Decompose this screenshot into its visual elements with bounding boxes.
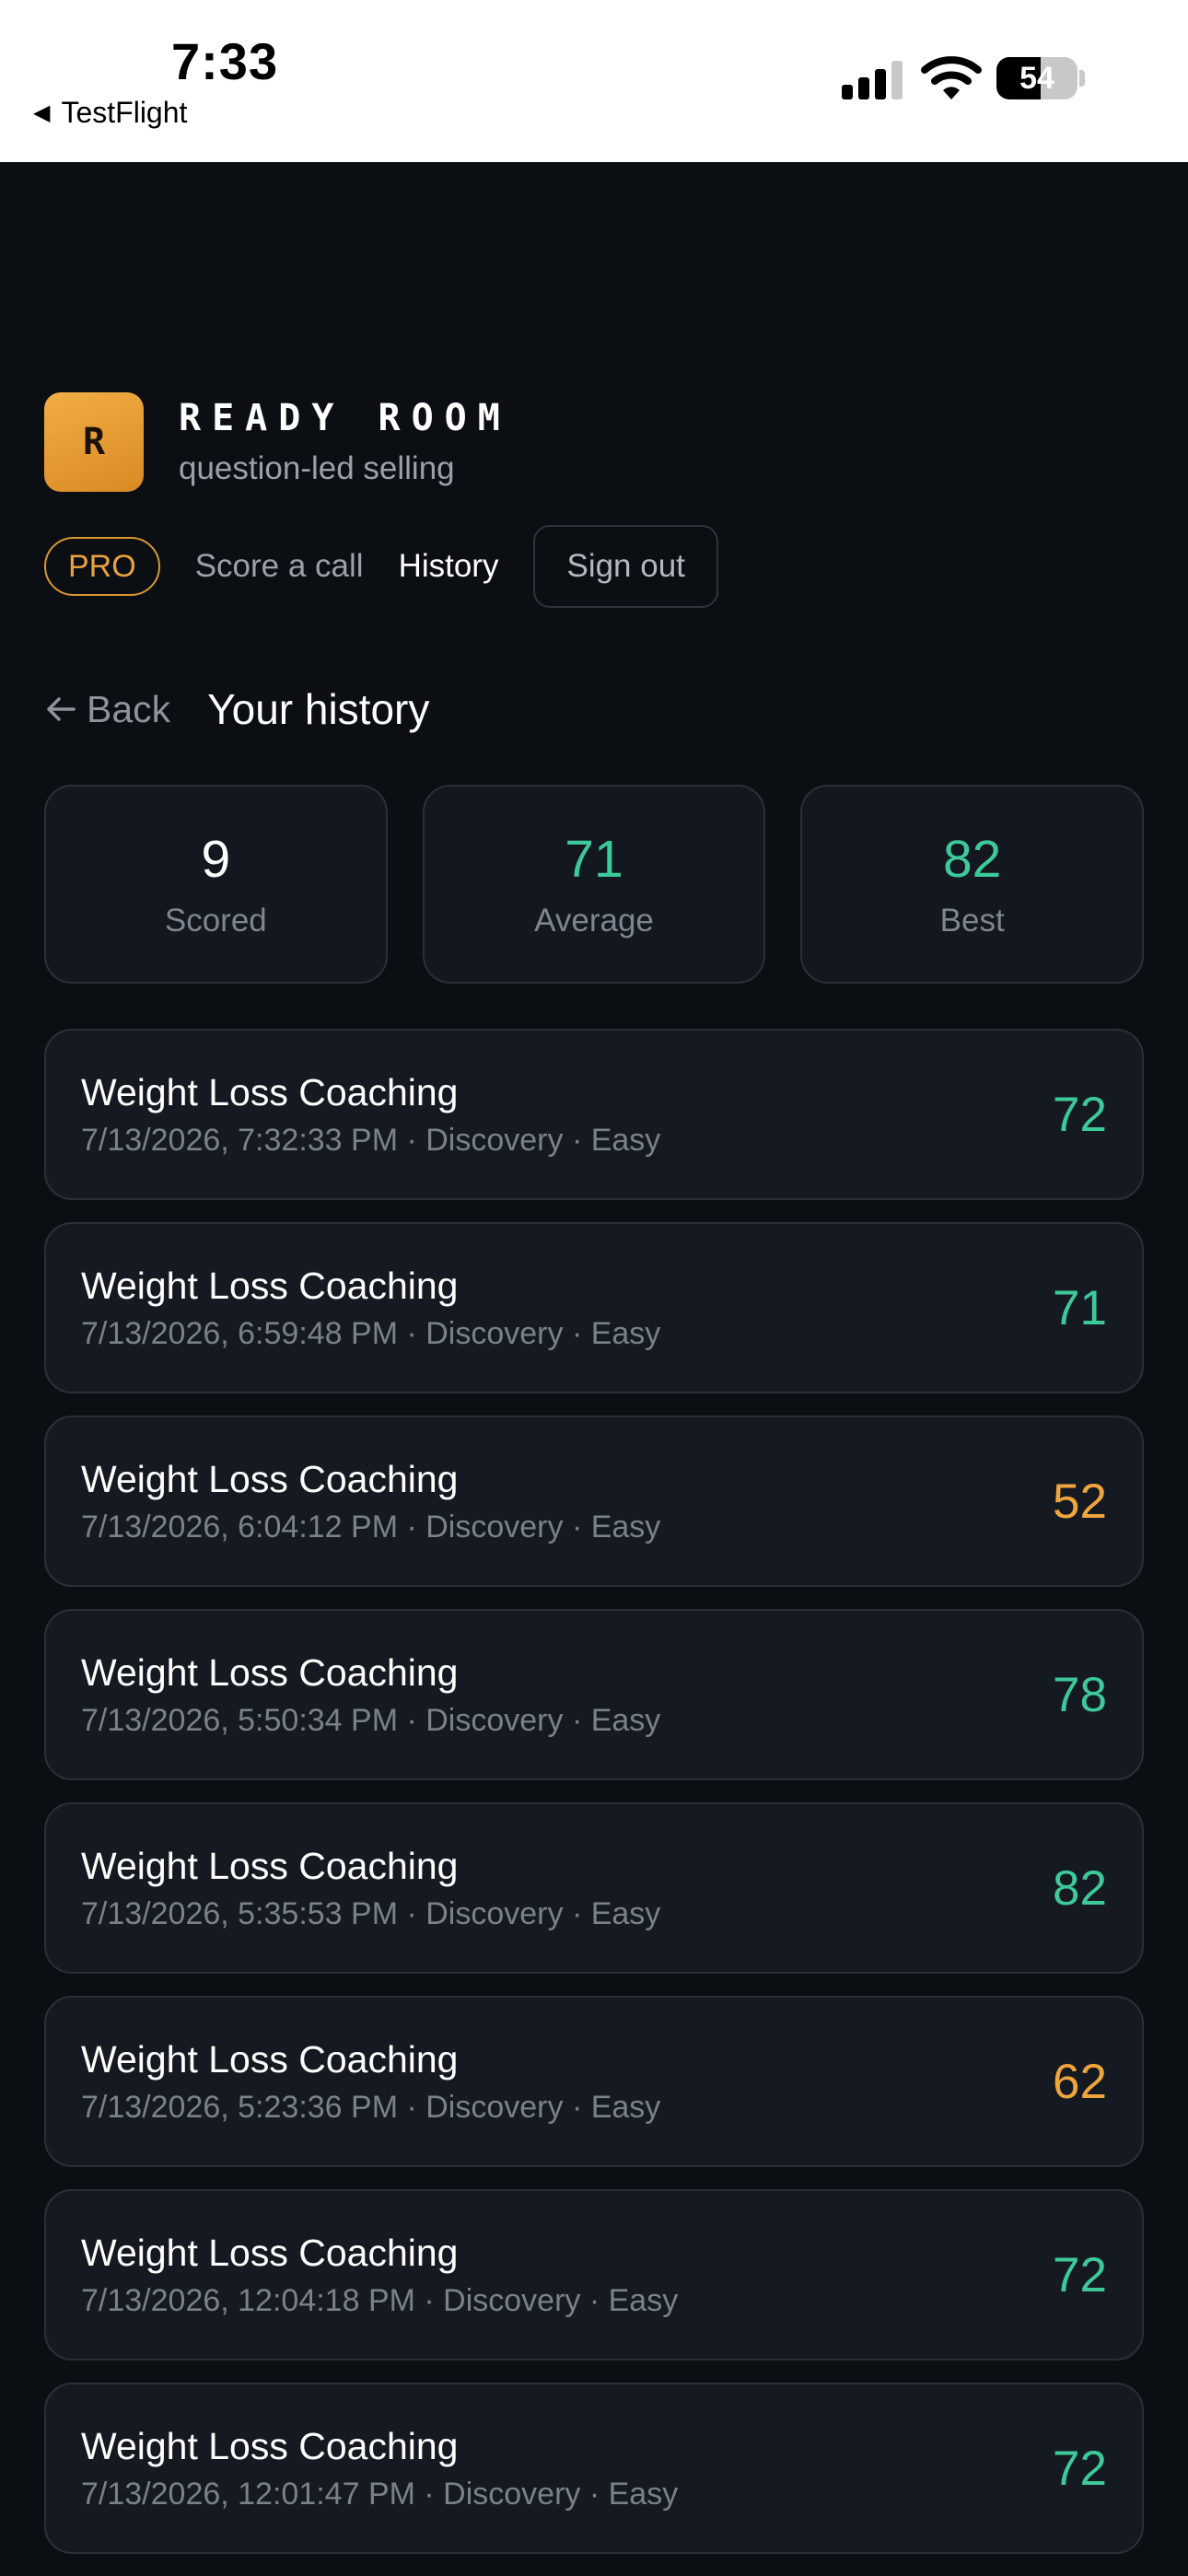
- page-header: Back Your history: [44, 683, 429, 735]
- cellular-signal-icon: [842, 61, 903, 99]
- app-logo: R: [44, 392, 144, 492]
- page-title: Your history: [207, 685, 430, 733]
- history-item-title: Weight Loss Coaching: [81, 2232, 459, 2274]
- wifi-icon: [921, 56, 982, 99]
- history-item[interactable]: Weight Loss Coaching 7/13/2026, 7:32:33 …: [44, 1029, 1144, 1200]
- back-label: Back: [87, 687, 171, 730]
- stat-value: 71: [565, 830, 623, 889]
- history-item-meta: 7/13/2026, 6:59:48 PM · Discovery · Easy: [81, 1316, 661, 1351]
- history-list: Weight Loss Coaching 7/13/2026, 7:32:33 …: [44, 1029, 1144, 2576]
- history-item-score: 52: [1053, 1474, 1107, 1529]
- stats-summary: 9 Scored 71 Average 82 Best: [44, 785, 1145, 984]
- pro-badge: PRO: [44, 537, 160, 596]
- brand-tagline: question-led selling: [179, 450, 455, 486]
- history-item-score: 72: [1053, 1087, 1107, 1142]
- stat-best: 82 Best: [800, 785, 1145, 984]
- history-item-meta: 7/13/2026, 6:04:12 PM · Discovery · Easy: [81, 1509, 661, 1544]
- brand-name: READY ROOM: [179, 397, 511, 439]
- history-item-score: 62: [1053, 2054, 1107, 2109]
- history-item[interactable]: Weight Loss Coaching 7/13/2026, 12:01:47…: [44, 2383, 1144, 2554]
- history-item-score: 82: [1053, 1860, 1107, 1916]
- history-item[interactable]: Weight Loss Coaching 7/13/2026, 5:23:36 …: [44, 1996, 1144, 2167]
- history-item[interactable]: Weight Loss Coaching 7/13/2026, 6:04:12 …: [44, 1416, 1144, 1587]
- history-item-meta: 7/13/2026, 7:32:33 PM · Discovery · Easy: [81, 1123, 661, 1158]
- nav-history[interactable]: History: [399, 548, 499, 585]
- stat-average: 71 Average: [422, 785, 766, 984]
- stat-value: 82: [942, 830, 1002, 889]
- history-item-title: Weight Loss Coaching: [81, 2038, 459, 2081]
- nav-score-a-call[interactable]: Score a call: [195, 548, 364, 585]
- history-item[interactable]: Weight Loss Coaching 7/13/2026, 12:04:18…: [44, 2189, 1144, 2360]
- brand-header: R READY ROOM question-led selling: [44, 392, 511, 492]
- status-bar: 7:33 ◀ TestFlight 54: [0, 0, 1188, 162]
- history-item-score: 72: [1053, 2247, 1107, 2302]
- history-item-title: Weight Loss Coaching: [81, 2425, 459, 2467]
- arrow-left-icon: [47, 697, 76, 721]
- back-to-app-button[interactable]: ◀ TestFlight: [33, 96, 187, 130]
- history-item-title: Weight Loss Coaching: [81, 1458, 459, 1500]
- stat-scored: 9 Scored: [44, 785, 388, 984]
- status-time: 7:33: [171, 32, 279, 90]
- back-button[interactable]: Back: [44, 688, 170, 731]
- history-item-title: Weight Loss Coaching: [81, 1265, 459, 1307]
- history-item[interactable]: Weight Loss Coaching 7/13/2026, 5:35:53 …: [44, 1802, 1144, 1974]
- history-item[interactable]: Weight Loss Coaching 7/13/2026, 5:50:34 …: [44, 1609, 1144, 1780]
- history-item-score: 72: [1053, 2441, 1107, 2496]
- stat-value: 9: [201, 830, 231, 889]
- battery-level: 54: [1019, 60, 1054, 96]
- history-item-meta: 7/13/2026, 12:04:18 PM · Discovery · Eas…: [81, 2283, 679, 2318]
- history-item[interactable]: Weight Loss Coaching 7/13/2026, 6:59:48 …: [44, 1222, 1144, 1393]
- history-item-meta: 7/13/2026, 5:50:34 PM · Discovery · Easy: [81, 1703, 661, 1738]
- history-item-title: Weight Loss Coaching: [81, 1651, 459, 1694]
- history-item-score: 78: [1053, 1667, 1107, 1722]
- history-item-meta: 7/13/2026, 5:35:53 PM · Discovery · Easy: [81, 1896, 661, 1931]
- history-item-title: Weight Loss Coaching: [81, 1071, 459, 1113]
- back-triangle-icon: ◀: [33, 100, 51, 125]
- top-nav: PRO Score a call History Sign out: [44, 525, 718, 608]
- battery-cap: [1079, 70, 1085, 87]
- battery-icon: 54: [996, 57, 1077, 99]
- stat-label: Best: [939, 903, 1005, 938]
- back-app-label: TestFlight: [61, 96, 188, 129]
- history-item-title: Weight Loss Coaching: [81, 1845, 459, 1887]
- history-item-meta: 7/13/2026, 12:01:47 PM · Discovery · Eas…: [81, 2477, 679, 2512]
- sign-out-button[interactable]: Sign out: [533, 525, 718, 608]
- history-item-score: 71: [1053, 1280, 1107, 1335]
- history-item-meta: 7/13/2026, 5:23:36 PM · Discovery · Easy: [81, 2090, 661, 2125]
- stat-label: Scored: [164, 903, 267, 938]
- stat-label: Average: [534, 903, 654, 938]
